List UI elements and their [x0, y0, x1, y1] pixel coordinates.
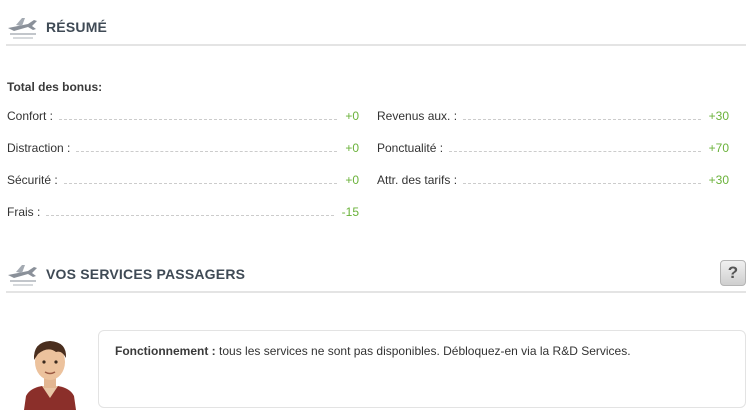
info-message-label: Fonctionnement :	[115, 344, 216, 358]
bonus-label: Attr. des tarifs :	[377, 173, 458, 187]
bonus-label: Revenus aux. :	[377, 109, 458, 123]
bonus-row-distraction: Distraction : +0	[7, 139, 359, 155]
bonus-row-securite: Sécurité : +0	[7, 171, 359, 187]
dotted-leader	[76, 150, 338, 152]
bonus-row-attr-tarifs: Attr. des tarifs : +30	[377, 171, 729, 187]
bonus-value: +0	[345, 109, 359, 123]
bonus-label: Distraction :	[7, 141, 71, 155]
bonus-total-title: Total des bonus:	[7, 80, 103, 94]
airplane-icon	[8, 18, 37, 39]
info-message-box: Fonctionnement : tous les services ne so…	[98, 330, 746, 408]
dotted-leader	[463, 182, 701, 184]
bonus-value: +70	[708, 141, 729, 155]
help-button[interactable]: ?	[720, 260, 746, 286]
bonus-row-confort: Confort : +0	[7, 107, 359, 123]
summary-header: RÉSUMÉ	[6, 10, 746, 46]
dotted-leader	[59, 118, 338, 120]
summary-title: RÉSUMÉ	[46, 19, 108, 35]
info-message: Fonctionnement : tous les services ne so…	[115, 344, 631, 358]
bonus-value: +0	[345, 141, 359, 155]
bonus-label: Sécurité :	[7, 173, 58, 187]
bonus-value: +30	[708, 173, 729, 187]
bonus-value: +30	[708, 109, 729, 123]
dotted-leader	[63, 182, 338, 184]
bonus-label: Frais :	[7, 205, 41, 219]
services-title: VOS SERVICES PASSAGERS	[46, 266, 246, 282]
dotted-leader	[463, 118, 701, 120]
services-header: VOS SERVICES PASSAGERS ?	[6, 257, 746, 293]
bonus-value: -15	[341, 205, 359, 219]
bonus-label: Ponctualité :	[377, 141, 444, 155]
question-mark-icon: ?	[727, 263, 739, 282]
dotted-leader	[449, 150, 701, 152]
advisor-avatar	[24, 341, 76, 410]
bonus-value: +0	[345, 173, 359, 187]
info-message-text: tous les services ne sont pas disponible…	[215, 344, 631, 358]
bonus-row-revenus-aux: Revenus aux. : +30	[377, 107, 729, 123]
airplane-icon	[8, 265, 37, 286]
dotted-leader	[46, 214, 334, 216]
bonus-row-frais: Frais : -15	[7, 203, 359, 219]
bonus-row-ponctualite: Ponctualité : +70	[377, 139, 729, 155]
bonus-label: Confort :	[7, 109, 54, 123]
